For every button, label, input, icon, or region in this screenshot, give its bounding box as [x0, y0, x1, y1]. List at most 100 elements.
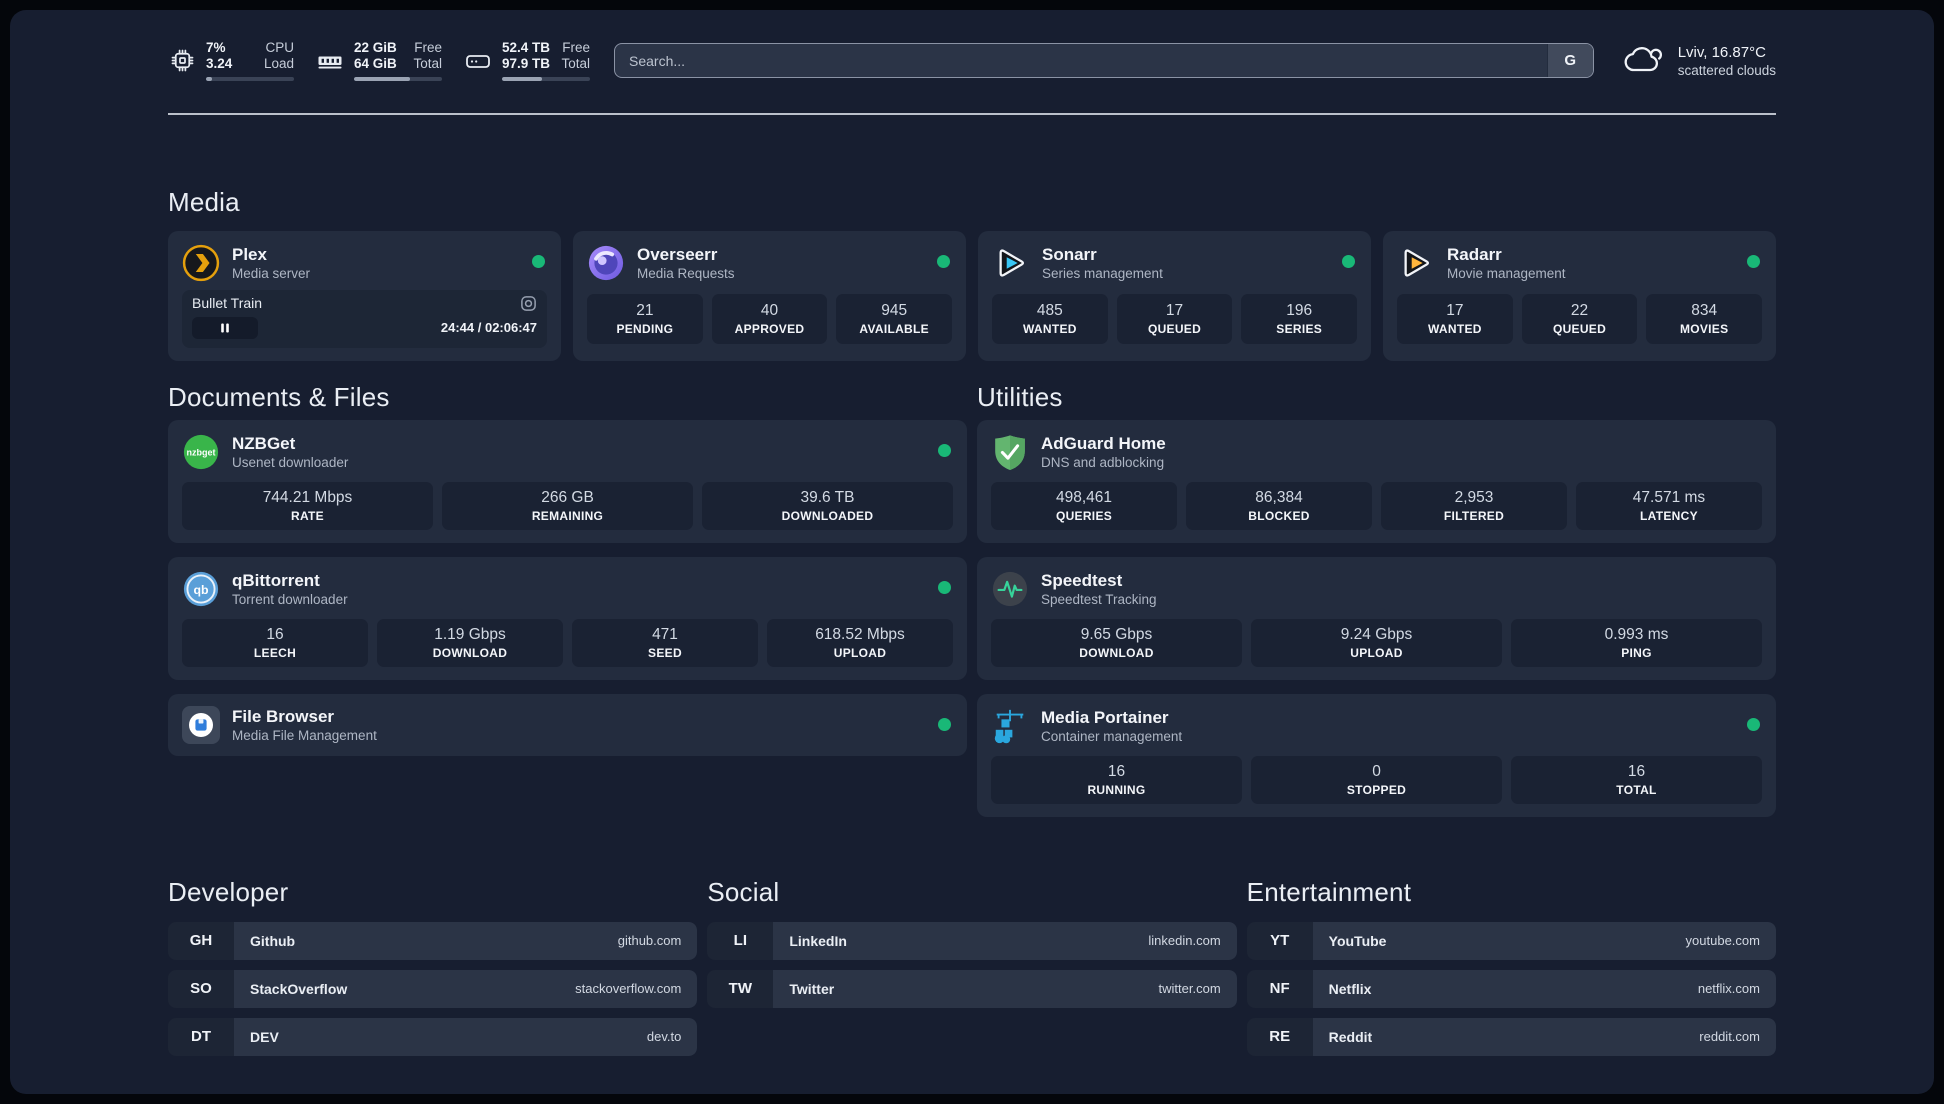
social-section-heading: Social	[707, 876, 780, 907]
session-icon[interactable]	[520, 295, 537, 312]
stat-box: 9.65 Gbps DOWNLOAD	[991, 618, 1242, 667]
social-column: Social LI LinkedIn linkedin.com TW Twitte…	[707, 876, 1237, 1008]
stat-box: 834 MOVIES	[1646, 293, 1763, 344]
search-input[interactable]	[615, 44, 1547, 77]
bookmark-url: reddit.com	[1699, 1029, 1760, 1044]
total-label: Total	[413, 56, 442, 71]
adguard-card[interactable]: AdGuard Home DNS and adblocking 498,461 Q…	[977, 419, 1776, 543]
bookmark-youtube[interactable]: YT YouTube youtube.com	[1246, 921, 1776, 960]
search-engine-button[interactable]: G	[1546, 44, 1593, 77]
bookmark-name: YouTube	[1328, 932, 1387, 949]
pause-icon	[221, 323, 229, 332]
total-label: Total	[561, 56, 590, 71]
stat-box: 2,953 FILTERED	[1381, 481, 1567, 530]
ram-icon	[316, 47, 344, 75]
plex-card[interactable]: Plex Media server Bullet Train 24:44 / 0…	[168, 230, 561, 361]
card-title: AdGuard Home	[1041, 433, 1166, 453]
nzbget-icon: nzbget	[182, 433, 220, 471]
entertainment-section-heading: Entertainment	[1246, 876, 1412, 907]
bookmark-twitter[interactable]: TW Twitter twitter.com	[707, 969, 1237, 1008]
status-dot	[1747, 717, 1760, 731]
weather-widget: Lviv, 16.87°C scattered clouds	[1622, 41, 1776, 81]
stat-box: 498,461 QUERIES	[991, 481, 1177, 530]
documents-column: Documents & Files nzbget NZBGet Usenet d…	[168, 382, 967, 756]
bookmark-url: linkedin.com	[1148, 933, 1221, 948]
stat-box: 21 PENDING	[587, 293, 703, 344]
status-dot	[1747, 254, 1760, 268]
playback-time: 24:44 / 02:06:47	[440, 320, 537, 335]
bookmark-dev[interactable]: DT DEV dev.to	[168, 1017, 698, 1056]
nzbget-card[interactable]: nzbget NZBGet Usenet downloader 744.21 M…	[168, 419, 967, 543]
bookmark-abbr: SO	[168, 969, 234, 1008]
bookmark-abbr: YT	[1246, 921, 1313, 960]
bookmark-url: github.com	[617, 933, 682, 948]
card-title: File Browser	[232, 706, 335, 726]
status-dot	[1342, 254, 1355, 268]
stat-box: 945 AVAILABLE	[836, 293, 953, 344]
sonarr-icon	[992, 244, 1030, 282]
bookmark-name: Twitter	[789, 980, 835, 997]
cpu-icon	[168, 47, 196, 75]
cpu-label: CPU	[265, 40, 294, 55]
card-subtitle: Series management	[1042, 265, 1163, 281]
card-subtitle: Usenet downloader	[232, 454, 349, 470]
card-subtitle: Media File Management	[232, 727, 377, 743]
card-subtitle: Torrent downloader	[232, 591, 348, 607]
stat-box: 266 GB REMAINING	[442, 481, 693, 530]
media-section-heading: Media	[168, 186, 240, 217]
stat-box: 16 LEECH	[182, 618, 368, 667]
bookmark-reddit[interactable]: RE Reddit reddit.com	[1246, 1017, 1776, 1056]
weather-condition: scattered clouds	[1677, 62, 1776, 78]
filebrowser-card[interactable]: File Browser Media File Management	[168, 693, 967, 756]
entertainment-column: Entertainment YT YouTube youtube.com NF N…	[1246, 876, 1776, 1056]
free-label: Free	[414, 40, 442, 55]
speedtest-card[interactable]: Speedtest Speedtest Tracking 9.65 Gbps DO…	[977, 556, 1776, 680]
card-title: Plex	[232, 244, 267, 264]
bookmark-abbr: RE	[1246, 1017, 1313, 1056]
bookmark-url: twitter.com	[1158, 981, 1221, 996]
bookmark-abbr: LI	[707, 921, 774, 960]
now-playing-title: Bullet Train	[192, 295, 263, 311]
cpu-load: 3.24	[206, 56, 233, 71]
documents-section-heading: Documents & Files	[168, 381, 390, 412]
card-title: Overseerr	[637, 244, 718, 264]
utilities-column: Utilities AdGuard Home DNS and adblockin…	[977, 382, 1776, 817]
stat-box: 485 WANTED	[992, 293, 1108, 344]
stat-box: 0.993 ms PING	[1511, 618, 1762, 667]
bookmark-url: netflix.com	[1697, 981, 1760, 996]
status-dot	[938, 718, 951, 731]
disk-free: 52.4 TB	[502, 40, 551, 55]
pause-button[interactable]	[192, 316, 258, 339]
overseerr-card[interactable]: Overseerr Media Requests 21 PENDING 40 APP…	[573, 230, 966, 361]
status-dot	[532, 254, 545, 268]
card-title: NZBGet	[232, 433, 296, 453]
bookmark-name: Netflix	[1328, 980, 1372, 997]
portainer-icon	[991, 707, 1029, 745]
stat-box: 9.24 Gbps UPLOAD	[1251, 618, 1502, 667]
radarr-card[interactable]: Radarr Movie management 17 WANTED 22 QUEUE…	[1383, 230, 1776, 361]
bookmark-url: stackoverflow.com	[575, 981, 682, 996]
bookmark-netflix[interactable]: NF Netflix netflix.com	[1246, 969, 1776, 1008]
portainer-card[interactable]: Media Portainer Container management 16 R…	[977, 693, 1776, 817]
developer-section-heading: Developer	[168, 876, 289, 907]
utilities-section-heading: Utilities	[977, 381, 1063, 412]
bookmark-linkedin[interactable]: LI LinkedIn linkedin.com	[707, 921, 1237, 960]
svg-text:nzbget: nzbget	[186, 447, 215, 457]
card-title: Speedtest	[1041, 570, 1123, 590]
card-title: qBittorrent	[232, 570, 320, 590]
sonarr-card[interactable]: Sonarr Series management 485 WANTED 17 QUE…	[978, 230, 1371, 361]
stat-box: 86,384 BLOCKED	[1186, 481, 1372, 530]
card-subtitle: Movie management	[1447, 265, 1566, 281]
stat-box: 22 QUEUED	[1521, 293, 1638, 344]
bookmark-stackoverflow[interactable]: SO StackOverflow stackoverflow.com	[168, 969, 698, 1008]
stat-box: 40 APPROVED	[711, 293, 828, 344]
qbittorrent-card[interactable]: qb qBittorrent Torrent downloader 16 LEEC…	[168, 556, 967, 680]
cpu-stat: 7% CPU 3.24 Load	[168, 40, 294, 81]
disk-icon	[464, 47, 492, 75]
bookmark-url: youtube.com	[1685, 933, 1760, 948]
ram-total: 64 GiB	[354, 56, 397, 71]
search-bar: G	[614, 43, 1594, 78]
cpu-progress-bar	[206, 77, 294, 81]
bookmark-abbr: DT	[168, 1017, 234, 1056]
bookmark-github[interactable]: GH Github github.com	[168, 921, 698, 960]
